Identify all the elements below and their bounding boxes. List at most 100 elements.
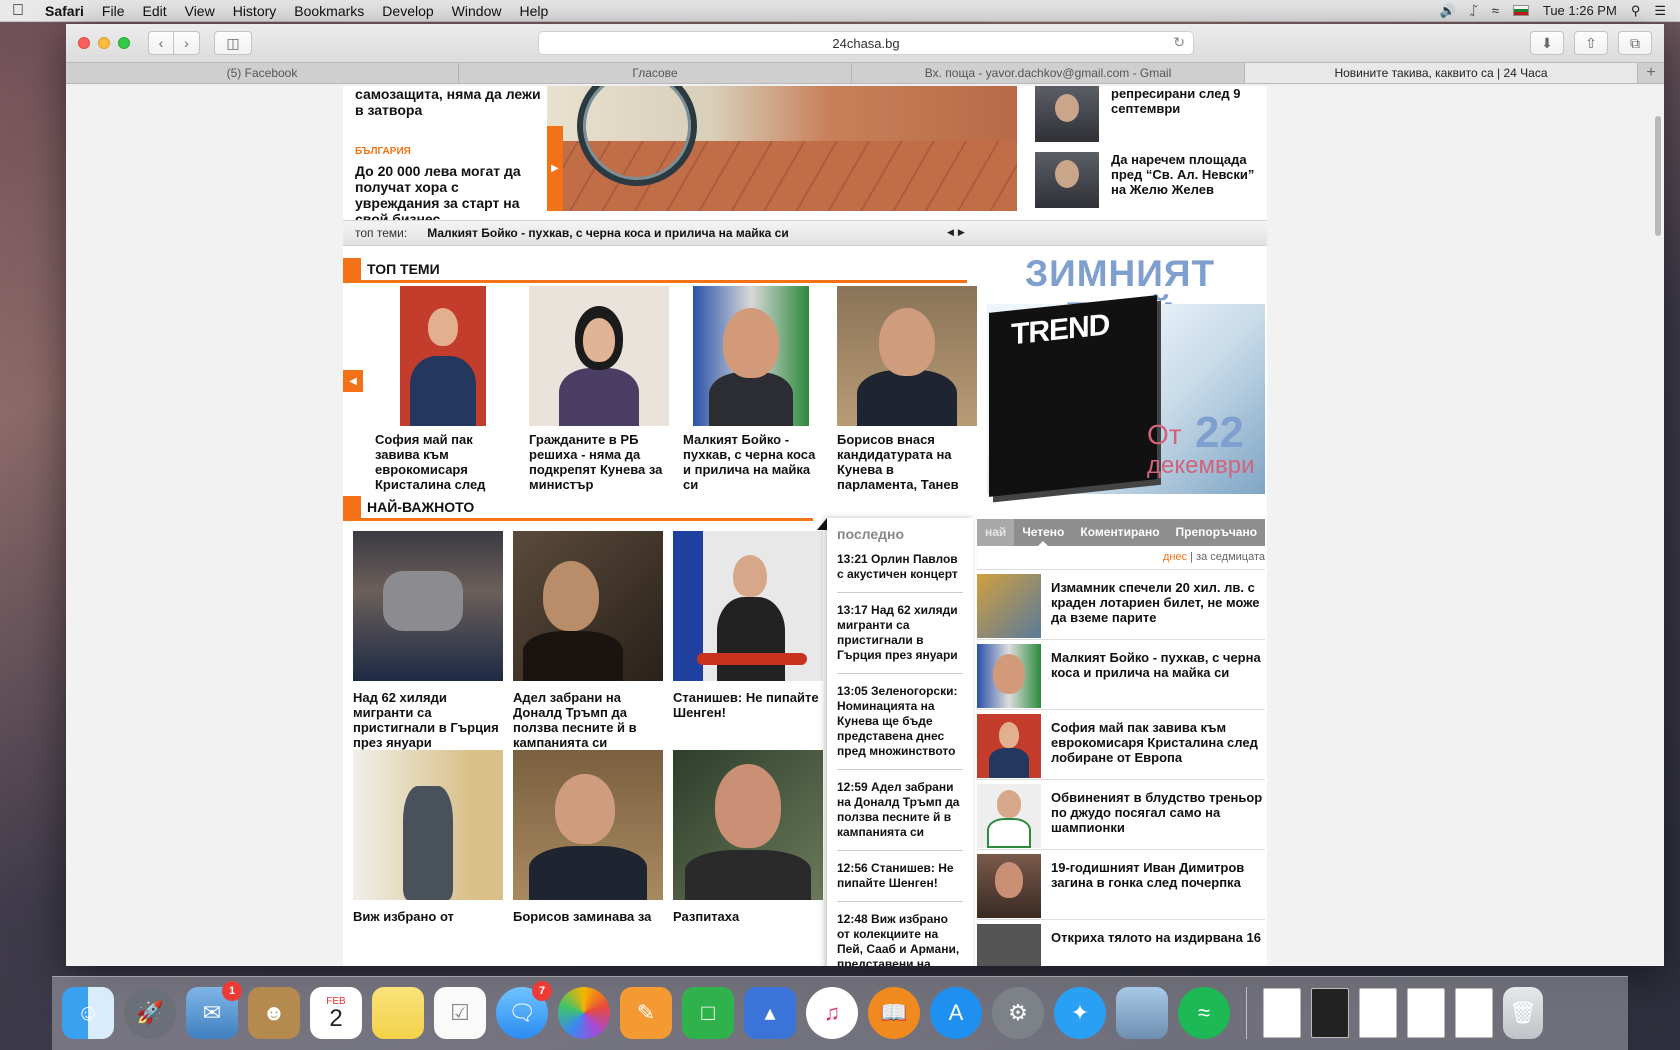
side-news-title[interactable]: Да наречем площада пред “Св. Ал. Невски”…	[1111, 152, 1265, 208]
carousel-photo[interactable]	[693, 286, 809, 426]
news-card[interactable]: Адел забрани на Доналд Тръмп да ползва п…	[513, 531, 663, 750]
preview-icon[interactable]	[1116, 987, 1168, 1039]
menu-window[interactable]: Window	[443, 3, 511, 19]
popular-title[interactable]: Откриха тялото на издирвана 16	[1051, 930, 1261, 966]
spotlight-search-icon[interactable]: ⚲	[1631, 3, 1641, 19]
keynote-icon[interactable]: ▴	[744, 987, 796, 1039]
carousel-item[interactable]: Малкият Бойко - пухкав, с черна коса и п…	[683, 286, 819, 492]
menu-view[interactable]: View	[176, 3, 224, 19]
tab-most-commented[interactable]: Коментирано	[1072, 519, 1167, 546]
side-news-title[interactable]: репресирани след 9 септември	[1111, 86, 1265, 142]
latest-news-item[interactable]: 13:21 Орлин Павлов с акустичен концерт	[837, 552, 963, 593]
news-card-title[interactable]: Разпитаха	[673, 909, 823, 924]
latest-news-item[interactable]: 13:17 Над 62 хиляди мигранти са пристигн…	[837, 603, 963, 674]
tab-most-read[interactable]: Четено	[1014, 519, 1072, 547]
notification-center-icon[interactable]: ☰	[1654, 3, 1666, 19]
popular-thumbnail[interactable]	[977, 924, 1041, 966]
trash-icon[interactable]: 🗑	[1503, 987, 1543, 1039]
tab-facebook[interactable]: (5) Facebook	[66, 63, 459, 83]
filter-week-link[interactable]: за седмицата	[1196, 551, 1265, 563]
menubar-clock[interactable]: Tue 1:26 PM	[1543, 3, 1617, 18]
tab-nai[interactable]: най	[977, 519, 1015, 546]
menu-develop[interactable]: Develop	[373, 3, 442, 19]
contacts-icon[interactable]: ☻	[248, 987, 300, 1039]
popular-thumbnail[interactable]	[977, 574, 1041, 638]
popular-title[interactable]: Малкият Бойко - пухкав, с черна коса и п…	[1051, 650, 1265, 709]
address-bar[interactable]: 24chasa.bg ↻	[538, 31, 1194, 55]
app-store-icon[interactable]: A	[930, 987, 982, 1039]
pages-icon[interactable]: ✎	[620, 987, 672, 1039]
input-language-flag-icon[interactable]	[1512, 5, 1529, 16]
show-all-tabs-button[interactable]: ⧉	[1618, 31, 1652, 55]
mail-icon[interactable]: ✉ 1	[186, 981, 242, 1039]
filter-today-link[interactable]: днес	[1163, 551, 1187, 563]
notes-icon[interactable]	[372, 987, 424, 1039]
photos-icon[interactable]	[558, 987, 610, 1039]
finder-icon[interactable]: ☺	[62, 987, 114, 1039]
news-card-photo[interactable]	[513, 750, 663, 900]
carousel-photo[interactable]	[400, 286, 486, 426]
news-card-title[interactable]: Над 62 хиляди мигранти са пристигнали в …	[353, 690, 503, 750]
carousel-item[interactable]: Гражданите в РБ решиха - няма да подкреп…	[529, 286, 669, 492]
news-card[interactable]: Борисов заминава за	[513, 750, 663, 924]
ticker-arrows[interactable]: ◀▶	[947, 227, 969, 238]
new-tab-button[interactable]: +	[1638, 63, 1664, 83]
bluetooth-icon[interactable]: ᛢ	[1470, 3, 1478, 18]
news-card-photo[interactable]	[353, 531, 503, 681]
tab-recommended[interactable]: Препоръчано	[1168, 519, 1266, 546]
featured-next-arrow[interactable]: ▶	[547, 126, 563, 211]
latest-news-item[interactable]: 13:05 Зеленогорски: Номинацията на Кунев…	[837, 684, 963, 770]
news-card-title[interactable]: Адел забрани на Доналд Тръмп да ползва п…	[513, 690, 663, 750]
popular-title[interactable]: Обвиненият в блудство треньор по джудо п…	[1051, 790, 1265, 849]
news-card-title[interactable]: Борисов заминава за	[513, 909, 663, 924]
popular-thumbnail[interactable]	[977, 784, 1041, 848]
dock-document-icon[interactable]	[1359, 988, 1397, 1038]
carousel-caption[interactable]: Гражданите в РБ решиха - няма да подкреп…	[529, 432, 665, 492]
news-card[interactable]: Разпитаха	[673, 750, 823, 924]
volume-icon[interactable]: 🔊	[1440, 3, 1456, 19]
safari-icon[interactable]: ✦	[1054, 987, 1106, 1039]
popular-item[interactable]: Обвиненият в блудство треньор по джудо п…	[977, 779, 1265, 849]
news-card-title[interactable]: Виж избрано от	[353, 909, 503, 924]
latest-news-item[interactable]: 12:59 Адел забрани на Доналд Тръмп да по…	[837, 780, 963, 851]
tab-24chasa[interactable]: Новините такива, каквито са | 24 Часа	[1245, 63, 1638, 83]
close-window-button[interactable]	[78, 37, 90, 49]
latest-news-item[interactable]: 12:48 Виж избрано от колекциите на Пей, …	[837, 912, 963, 966]
header-headline-link[interactable]: самозащита, няма да лежи в затвора	[355, 86, 545, 118]
category-label[interactable]: БЪЛГАРИЯ	[355, 146, 545, 157]
forward-button[interactable]: ›	[174, 31, 200, 55]
side-news-thumbnail[interactable]	[1035, 152, 1099, 208]
carousel-caption[interactable]: Малкият Бойко - пухкав, с черна коса и п…	[683, 432, 819, 492]
downloads-button[interactable]: ⬇	[1530, 31, 1564, 55]
featured-photo[interactable]	[547, 86, 1017, 211]
popular-item[interactable]: Измамник спечели 20 хил. лв. с краден ло…	[977, 569, 1265, 639]
dock-document-icon[interactable]	[1455, 988, 1493, 1038]
dock-document-icon[interactable]	[1311, 988, 1349, 1038]
menu-help[interactable]: Help	[510, 3, 557, 19]
popular-thumbnail[interactable]	[977, 854, 1041, 918]
back-button[interactable]: ‹	[148, 31, 174, 55]
ticker-prev-icon[interactable]: ◀	[947, 227, 958, 237]
news-card[interactable]: Виж избрано от	[353, 750, 503, 924]
news-card[interactable]: Станишев: Не пипайте Шенген!	[673, 531, 823, 720]
popular-item[interactable]: София май пак завива към еврокомисаря Кр…	[977, 709, 1265, 779]
carousel-item[interactable]: София май пак завива към еврокомисаря Кр…	[375, 286, 511, 492]
popular-item[interactable]: 19-годишният Иван Димитров загина в гонк…	[977, 849, 1265, 919]
sidebar-toggle-button[interactable]: ◫	[214, 31, 252, 55]
tab-gmail[interactable]: Вх. поща - yavor.dachkov@gmail.com - Gma…	[852, 63, 1245, 83]
side-news-item[interactable]: Да наречем площада пред “Св. Ал. Невски”…	[1035, 152, 1265, 208]
itunes-icon[interactable]: ♫	[806, 987, 858, 1039]
apple-icon[interactable]: 	[0, 2, 36, 20]
side-news-thumbnail[interactable]	[1035, 86, 1099, 142]
share-button[interactable]: ⇧	[1574, 31, 1608, 55]
menu-history[interactable]: History	[224, 3, 286, 19]
popular-item[interactable]: Откриха тялото на издирвана 16	[977, 919, 1265, 966]
news-card-photo[interactable]	[353, 750, 503, 900]
featured-headline-link[interactable]: До 20 000 лева могат да получат хора с у…	[355, 163, 545, 227]
popular-title[interactable]: Измамник спечели 20 хил. лв. с краден ло…	[1051, 580, 1265, 639]
news-card-title[interactable]: Станишев: Не пипайте Шенген!	[673, 690, 823, 720]
menu-app-safari[interactable]: Safari	[36, 3, 93, 19]
carousel-item[interactable]: Борисов внася кандидатурата на Кунева в …	[837, 286, 977, 492]
numbers-icon[interactable]: □	[682, 987, 734, 1039]
ticker-headline-link[interactable]: Малкият Бойко - пухкав, с черна коса и п…	[427, 226, 789, 240]
